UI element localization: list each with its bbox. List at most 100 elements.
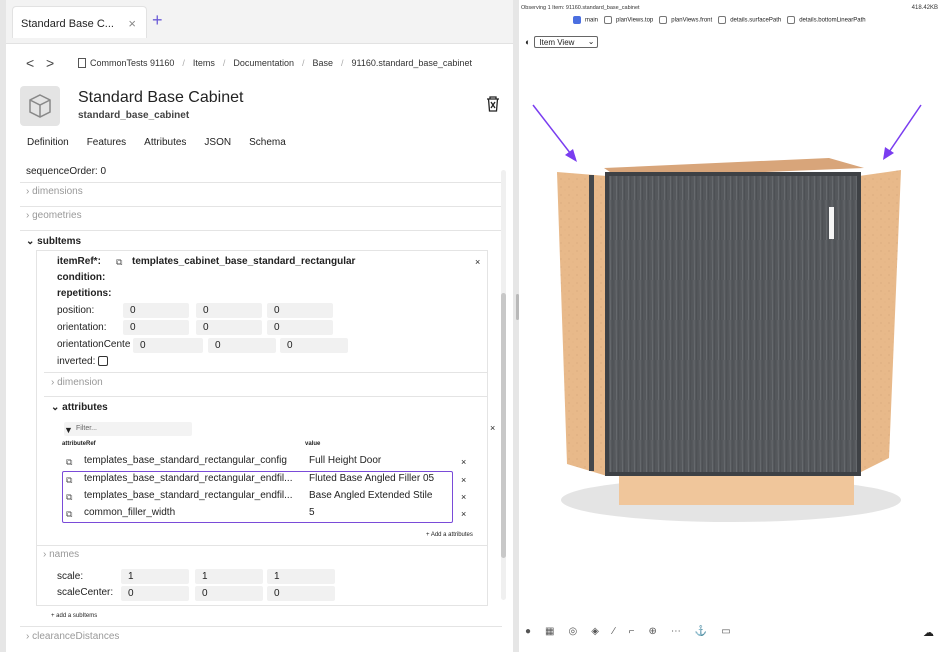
breadcrumb-item[interactable]: Documentation	[233, 58, 294, 68]
cloud-upload-icon[interactable]: ☁	[923, 626, 934, 639]
breadcrumb-item[interactable]: Base	[312, 58, 333, 68]
position-label: position:	[57, 305, 95, 316]
column-header-value: value	[305, 441, 321, 447]
link-icon[interactable]: ⧉	[66, 509, 72, 520]
breadcrumb-separator: /	[341, 58, 344, 68]
sequence-order: sequenceOrder: 0	[26, 166, 107, 177]
compass-icon[interactable]: ◎	[569, 626, 578, 637]
item-header: Standard Base Cabinet standard_base_cabi…	[20, 86, 500, 130]
app-root: Standard Base C... × + < > CommonTests 9…	[0, 0, 944, 652]
page-title: Standard Base Cabinet	[78, 89, 244, 106]
item-ref-value[interactable]: templates_cabinet_base_standard_rectangu…	[132, 253, 355, 271]
trash-icon[interactable]	[486, 96, 500, 117]
subitems-node[interactable]: ⌄ subItems	[26, 233, 81, 251]
crop-icon[interactable]: ⌐	[629, 626, 635, 637]
clearance-node[interactable]: › clearanceDistances	[26, 628, 119, 646]
viewer-panel: Observing 1 Item: 91160.standard_base_ca…	[519, 0, 944, 652]
breadcrumb-separator: /	[222, 58, 226, 68]
inverted-checkbox[interactable]	[98, 356, 109, 367]
orientation-center-y[interactable]: 0	[208, 338, 276, 353]
target-icon[interactable]: ⊕	[648, 626, 656, 637]
remove-subitem-button[interactable]: ×	[475, 257, 480, 267]
back-button[interactable]: <	[26, 55, 46, 71]
cabinet-render[interactable]	[519, 0, 944, 610]
position-y[interactable]: 0	[196, 303, 262, 318]
attributes-node[interactable]: ⌄ attributes	[51, 399, 108, 417]
position-z[interactable]: 0	[267, 303, 333, 318]
definition-tree: sequenceOrder: 0 › dimensions › geometri…	[20, 160, 510, 652]
attribute-value[interactable]: Fluted Base Angled Filler 05	[309, 470, 434, 488]
position-x[interactable]: 0	[123, 303, 189, 318]
breadcrumb-item[interactable]: Items	[193, 58, 215, 68]
attribute-value[interactable]: 5	[309, 504, 315, 522]
filter-input[interactable]: Filter...	[64, 422, 192, 436]
remove-attribute-button[interactable]: ×	[461, 457, 466, 467]
tab-definition[interactable]: Definition	[27, 137, 69, 148]
column-header-ref: attributeRef	[62, 441, 96, 447]
tab-features[interactable]: Features	[87, 137, 126, 148]
section-tabs: Definition Features Attributes JSON Sche…	[27, 137, 286, 148]
item-id: standard_base_cabinet	[78, 110, 190, 121]
scale-z[interactable]: 1	[267, 569, 335, 584]
orientation-x[interactable]: 0	[123, 320, 189, 335]
cube-icon[interactable]: ◈	[591, 626, 599, 637]
scale-y[interactable]: 1	[195, 569, 263, 584]
link-icon[interactable]: ⧉	[66, 457, 72, 468]
orientation-center-z[interactable]: 0	[280, 338, 348, 353]
attribute-value[interactable]: Base Angled Extended Stile	[309, 487, 432, 505]
remove-attribute-button[interactable]: ×	[461, 509, 466, 519]
remove-attribute-button[interactable]: ×	[461, 475, 466, 485]
add-subitem-button[interactable]: + add a subItems	[51, 607, 97, 625]
clear-filter-button[interactable]: ×	[490, 423, 495, 433]
remove-attribute-button[interactable]: ×	[461, 492, 466, 502]
add-attribute-button[interactable]: + Add a attributes	[426, 526, 473, 544]
breadcrumb-separator: /	[301, 58, 305, 68]
breadcrumb-separator: /	[182, 58, 185, 68]
close-icon[interactable]: ×	[128, 16, 136, 31]
inverted-row: inverted:	[57, 353, 109, 371]
orientation-y[interactable]: 0	[196, 320, 262, 335]
dots-icon[interactable]: ⋯	[671, 626, 681, 637]
tab-label: Standard Base C...	[21, 18, 114, 30]
orientation-z[interactable]: 0	[267, 320, 333, 335]
tab-attributes[interactable]: Attributes	[144, 137, 186, 148]
forward-button[interactable]: >	[46, 55, 66, 71]
add-tab-button[interactable]: +	[152, 10, 163, 31]
palette-icon[interactable]: ●	[525, 626, 531, 637]
attribute-ref[interactable]: templates_base_standard_rectangular_endf…	[84, 487, 292, 505]
pen-icon[interactable]: ∕	[613, 626, 615, 637]
scale-center-y[interactable]: 0	[195, 586, 263, 601]
layers-icon[interactable]: ▭	[721, 626, 730, 637]
attribute-value[interactable]: Full Height Door	[309, 452, 381, 470]
scrollbar-thumb[interactable]	[501, 293, 506, 558]
attribute-ref[interactable]: templates_base_standard_rectangular_endf…	[84, 470, 292, 488]
orientation-label: orientation:	[57, 322, 107, 333]
scale-center-z[interactable]: 0	[267, 586, 335, 601]
scale-center-x[interactable]: 0	[121, 586, 189, 601]
scale-x[interactable]: 1	[121, 569, 189, 584]
link-icon[interactable]: ⧉	[66, 492, 72, 503]
tab-standard-base-cabinet[interactable]: Standard Base C... ×	[12, 6, 147, 38]
link-icon[interactable]: ⧉	[116, 257, 122, 268]
breadcrumb-item[interactable]: 91160.standard_base_cabinet	[352, 58, 472, 68]
filter-icon: ▼	[64, 425, 73, 435]
tab-bar: Standard Base C... × +	[6, 0, 513, 44]
attribute-ref[interactable]: templates_base_standard_rectangular_conf…	[84, 452, 287, 470]
grid-icon[interactable]: ▦	[545, 626, 554, 637]
viewer-toolbar: ● ▦ ◎ ◈ ∕ ⌐ ⊕ ⋯ ⚓ ▭	[525, 626, 731, 637]
dimensions-node[interactable]: › dimensions	[26, 183, 83, 201]
names-node[interactable]: › names	[43, 546, 79, 564]
tab-json[interactable]: JSON	[204, 137, 231, 148]
scale-center-label: scaleCenter:	[57, 587, 114, 598]
link-icon[interactable]: ⧉	[66, 475, 72, 486]
orientation-center-x[interactable]: 0	[133, 338, 203, 353]
attribute-ref[interactable]: common_filler_width	[84, 504, 175, 522]
anchor-icon[interactable]: ⚓	[695, 626, 707, 637]
breadcrumb-item[interactable]: CommonTests 91160	[90, 58, 174, 68]
orientation-center-label: orientationCente	[57, 339, 131, 350]
repetitions-label: repetitions:	[57, 288, 112, 299]
geometries-node[interactable]: › geometries	[26, 207, 82, 225]
dimension-node[interactable]: › dimension	[51, 374, 103, 392]
cube-icon	[20, 86, 60, 126]
tab-schema[interactable]: Schema	[249, 137, 286, 148]
